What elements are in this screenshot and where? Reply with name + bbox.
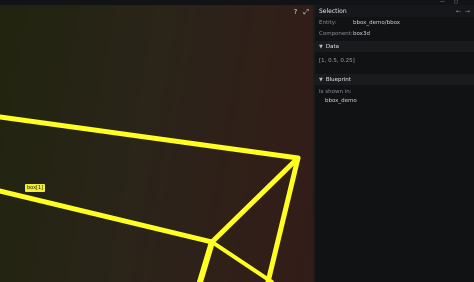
help-icon[interactable]: ? bbox=[294, 8, 298, 16]
data-value: [1, 0.5, 0.25] bbox=[319, 58, 355, 64]
bbox-edge-6 bbox=[210, 240, 274, 282]
shown-in-item[interactable]: bbox_demo bbox=[315, 96, 474, 104]
entity-row: Entity: bbox_demo/bbox bbox=[315, 17, 474, 28]
entity-label: box[1] bbox=[25, 184, 46, 192]
bbox-edge-3 bbox=[209, 155, 301, 245]
component-value[interactable]: box3d bbox=[353, 31, 370, 37]
bbox-edge-1 bbox=[0, 114, 301, 161]
bbox-edge-4 bbox=[265, 155, 301, 282]
blueprint-section-title: Blueprint bbox=[325, 76, 351, 83]
back-arrow-icon[interactable]: ← bbox=[456, 8, 461, 15]
3d-viewport[interactable]: ? ⤢ box[1] bbox=[0, 5, 313, 282]
selection-panel: Selection ← → Entity: bbox_demo/bbox Com… bbox=[315, 5, 474, 282]
panel-titlebar: Selection ← → bbox=[315, 5, 474, 17]
chevron-down-icon: ▼ bbox=[319, 76, 323, 83]
bbox-wireframe bbox=[0, 114, 301, 282]
shown-in-label: Is shown in: bbox=[319, 89, 352, 95]
data-section-title: Data bbox=[325, 43, 339, 50]
component-row: Component: box3d bbox=[315, 28, 474, 39]
panel-title: Selection bbox=[319, 7, 347, 15]
component-key: Component: bbox=[319, 30, 353, 37]
expand-icon[interactable]: ⤢ bbox=[303, 8, 309, 16]
bbox-edge-2 bbox=[0, 188, 215, 245]
blueprint-section-header[interactable]: ▼ Blueprint bbox=[315, 74, 474, 85]
data-section-header[interactable]: ▼ Data bbox=[315, 41, 474, 52]
forward-arrow-icon[interactable]: → bbox=[465, 8, 470, 15]
bbox-edge-5 bbox=[197, 239, 215, 282]
entity-key: Entity: bbox=[319, 19, 337, 26]
chevron-down-icon: ▼ bbox=[319, 43, 323, 50]
entity-value[interactable]: bbox_demo/bbox bbox=[353, 20, 400, 26]
